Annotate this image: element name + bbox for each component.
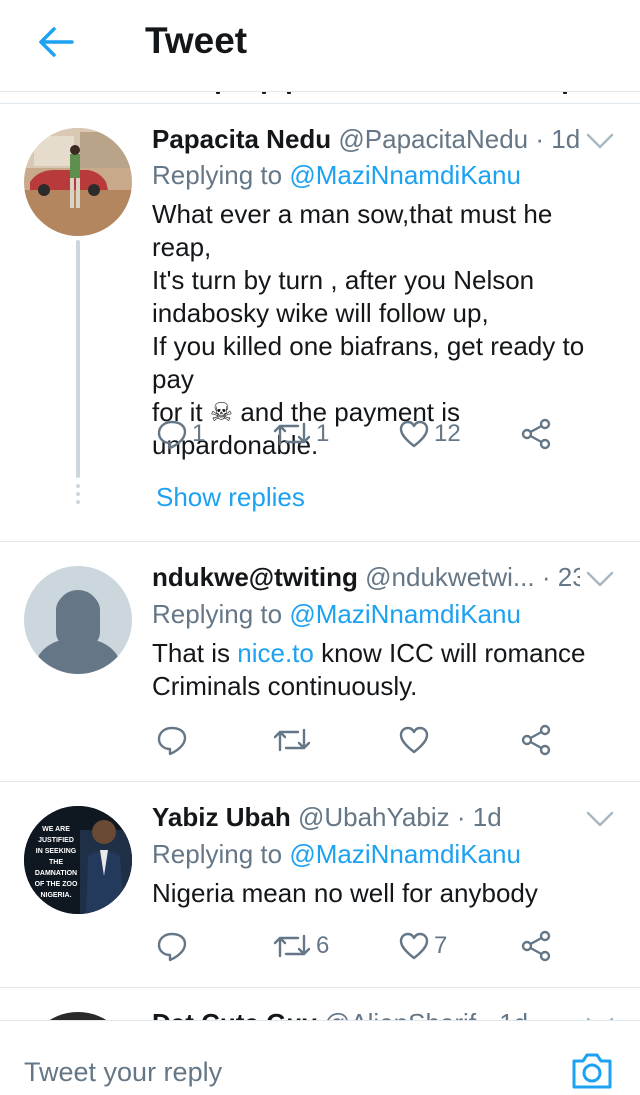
- tweet-meta: Papacita Nedu @PapacitaNedu · 1d: [152, 124, 580, 154]
- share-button[interactable]: [520, 416, 552, 452]
- chevron-down-icon[interactable]: [586, 570, 614, 588]
- timestamp[interactable]: 1d: [551, 124, 580, 154]
- reply-input[interactable]: Tweet your reply: [24, 1057, 222, 1088]
- heart-icon: [399, 420, 429, 448]
- chevron-down-icon[interactable]: [586, 810, 614, 828]
- display-name[interactable]: ndukwe@twiting: [152, 562, 358, 592]
- like-count: 12: [434, 420, 461, 447]
- reply-composer: Tweet your reply: [0, 1020, 640, 1095]
- tweet-actions: 6 7: [152, 928, 562, 964]
- retweet-button[interactable]: 1: [272, 416, 329, 452]
- user-handle[interactable]: @ndukwetwi...: [365, 562, 534, 592]
- heart-icon: [399, 726, 429, 754]
- default-avatar-icon[interactable]: [24, 566, 132, 674]
- thread-dots: [76, 484, 80, 508]
- tweet-text: Nigeria mean no well for anybody: [152, 878, 538, 908]
- retweet-button[interactable]: [272, 722, 316, 758]
- replying-to: Replying to @MaziNnamdiKanu: [152, 160, 521, 190]
- tweet-actions: 1 1 12: [152, 416, 562, 452]
- tweet-meta: ndukwe@twiting @ndukwetwi... · 23h: [152, 562, 580, 592]
- avatar-caption: WE ARE JUSTIFIED IN SEEKING THE DAMNATIO…: [34, 826, 78, 899]
- reply-icon: [157, 726, 187, 756]
- reply-icon: [157, 420, 187, 450]
- page-title: Tweet: [145, 20, 248, 61]
- user-handle[interactable]: @UbahYabiz: [298, 802, 450, 832]
- share-icon: [521, 418, 551, 450]
- retweet-count: 6: [316, 932, 330, 959]
- replying-to: Replying to @MaziNnamdiKanu: [152, 599, 521, 629]
- timestamp[interactable]: 23h: [558, 562, 580, 592]
- tweet-text: That is nice.to know ICC will romance Cr…: [152, 638, 586, 701]
- avatar[interactable]: WE ARE JUSTIFIED IN SEEKING THE DAMNATIO…: [24, 806, 132, 914]
- thread-line: [76, 240, 80, 478]
- like-button[interactable]: 7: [398, 928, 447, 964]
- reply-button[interactable]: [156, 722, 192, 758]
- reply-icon: [157, 932, 187, 962]
- chevron-down-icon[interactable]: [586, 132, 614, 150]
- like-button[interactable]: 12: [398, 416, 461, 452]
- mention-link[interactable]: @MaziNnamdiKanu: [289, 839, 521, 869]
- mention-link[interactable]: @MaziNnamdiKanu: [289, 160, 521, 190]
- camera-icon: [572, 1053, 612, 1089]
- tweet-actions: [152, 722, 562, 758]
- reply-count: 1: [192, 420, 206, 447]
- retweet-count: 1: [316, 420, 330, 447]
- like-count: 7: [434, 932, 448, 959]
- reply-tweet[interactable]: WE ARE JUSTIFIED IN SEEKING THE DAMNATIO…: [0, 782, 640, 988]
- back-button[interactable]: [34, 22, 78, 62]
- reply-button[interactable]: [156, 928, 192, 964]
- reply-tweet[interactable]: ndukwe@twiting @ndukwetwi... · 23h Reply…: [0, 542, 640, 782]
- retweet-icon: [273, 422, 311, 446]
- camera-button[interactable]: [570, 1051, 614, 1091]
- previous-tweet-edge: [0, 92, 640, 104]
- tweet-meta: Yabiz Ubah @UbahYabiz · 1d: [152, 802, 580, 832]
- display-name[interactable]: Yabiz Ubah: [152, 802, 291, 832]
- share-button[interactable]: [520, 928, 552, 964]
- mention-link[interactable]: @MaziNnamdiKanu: [289, 599, 521, 629]
- arrow-left-icon: [39, 27, 74, 57]
- replying-to: Replying to @MaziNnamdiKanu: [152, 839, 521, 869]
- separator: ·: [456, 802, 466, 832]
- heart-icon: [399, 932, 429, 960]
- show-replies-link[interactable]: Show replies: [156, 482, 305, 513]
- reply-tweet[interactable]: Papacita Nedu @PapacitaNedu · 1d Replyin…: [0, 104, 640, 542]
- retweet-icon: [273, 934, 311, 958]
- display-name[interactable]: Papacita Nedu: [152, 124, 331, 154]
- share-icon: [521, 930, 551, 962]
- like-button[interactable]: [398, 722, 434, 758]
- timestamp[interactable]: 1d: [473, 802, 502, 832]
- share-button[interactable]: [520, 722, 552, 758]
- separator: ·: [541, 562, 551, 592]
- share-icon: [521, 724, 551, 756]
- app-header: Tweet: [0, 0, 640, 92]
- avatar[interactable]: [24, 128, 132, 236]
- retweet-icon: [273, 728, 311, 752]
- separator: ·: [535, 124, 545, 154]
- retweet-button[interactable]: 6: [272, 928, 329, 964]
- user-handle[interactable]: @PapacitaNedu: [338, 124, 528, 154]
- reply-button[interactable]: 1: [156, 416, 205, 452]
- inline-link[interactable]: nice.to: [237, 638, 314, 668]
